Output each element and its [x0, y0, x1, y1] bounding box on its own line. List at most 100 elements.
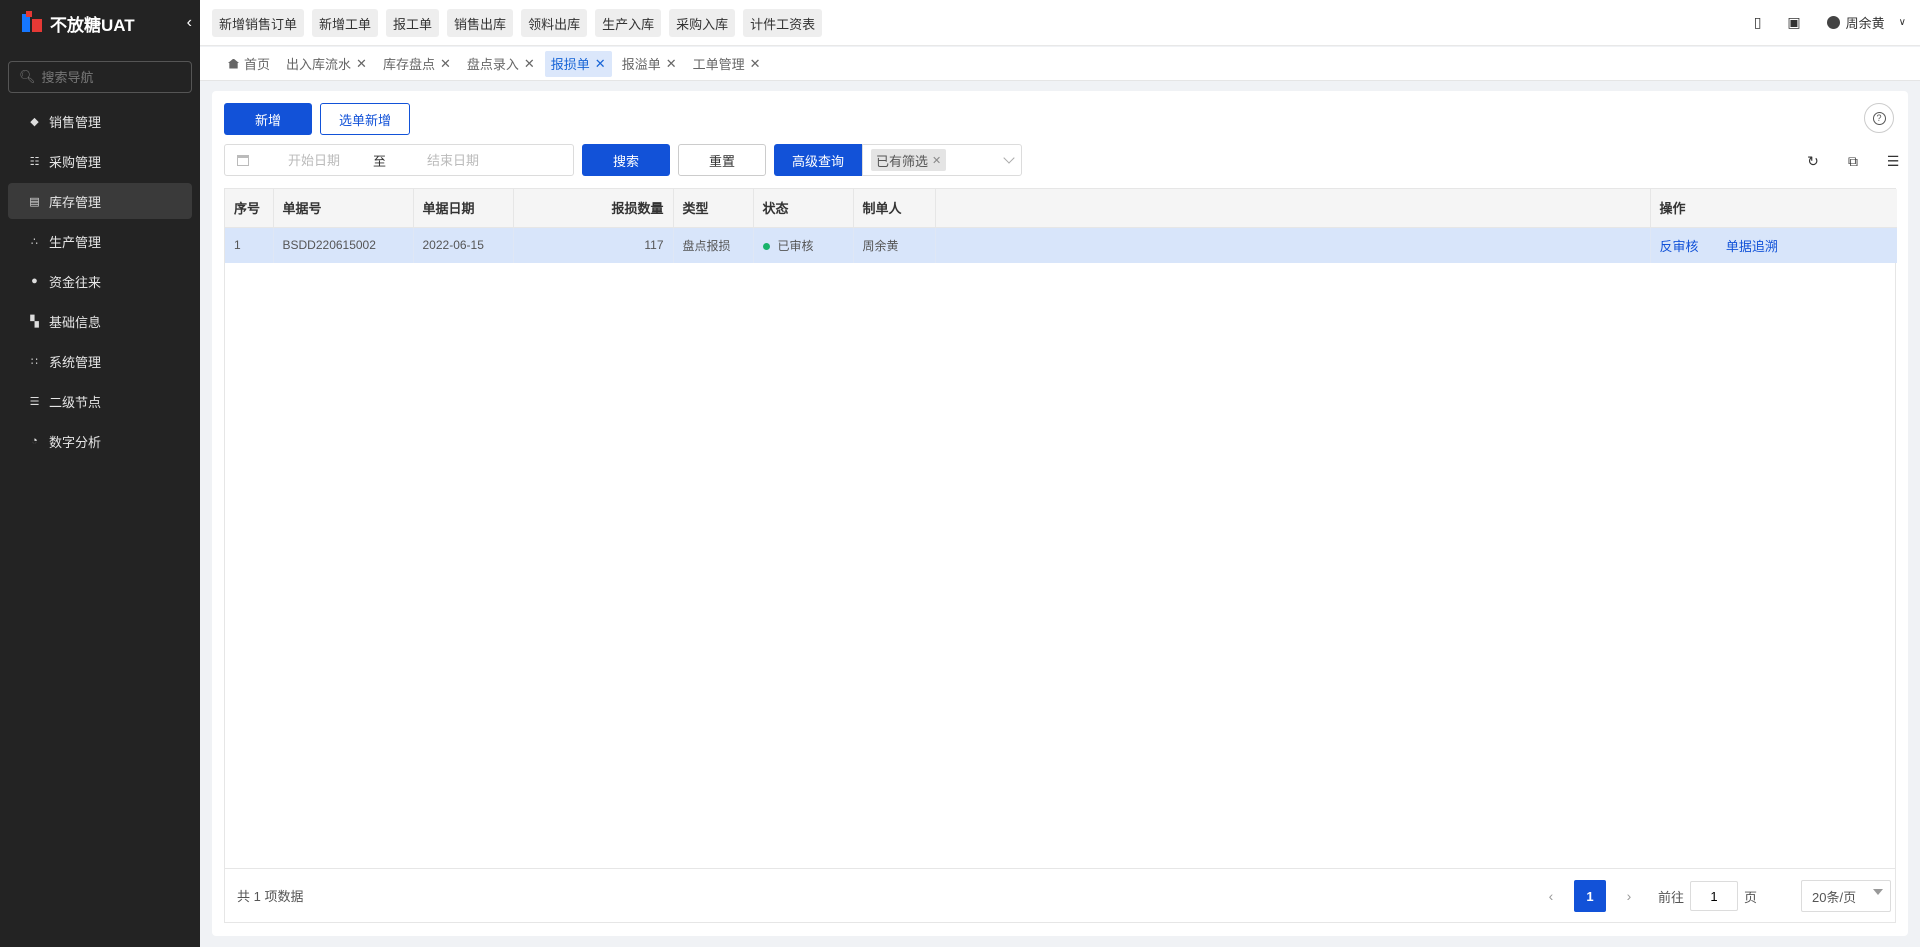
- quick-new-sales-order[interactable]: 新增销售订单: [212, 9, 305, 37]
- trace-link[interactable]: 单据追溯: [1726, 239, 1778, 254]
- close-icon[interactable]: ✕: [750, 56, 761, 72]
- cell-doc-no: BSDD220615002: [273, 227, 414, 263]
- settings-sliders-icon[interactable]: ☰: [1886, 154, 1900, 168]
- col-doc-no[interactable]: 单据号: [273, 189, 414, 228]
- cell-type: 盘点报损: [673, 227, 754, 263]
- home-icon: [228, 58, 239, 69]
- sidebar-item-sales[interactable]: ◆ 销售管理: [8, 103, 192, 139]
- tab-work-order[interactable]: 工单管理 ✕: [687, 51, 767, 77]
- sidebar: 不放糖UAT ‹ 🔍︎ ◆ 销售管理 ☷ 采购管理 ▤ 库存管理 ∴ 生产管理 ● 资金往…: [0, 0, 200, 947]
- quick-material-outbound[interactable]: 领料出库: [521, 9, 588, 37]
- quick-work-report[interactable]: 报工单: [386, 9, 440, 37]
- sidebar-item-finance[interactable]: ● 资金往来: [8, 263, 192, 299]
- sidebar-item-secondary[interactable]: ☰ 二级节点: [8, 383, 192, 419]
- apps-icon: ∷: [31, 355, 38, 368]
- goto-page: 前往 页: [1658, 881, 1757, 911]
- sidebar-item-purchase[interactable]: ☷ 采购管理: [8, 143, 192, 179]
- cell-spacer: [935, 227, 1651, 263]
- help-button[interactable]: ?: [1864, 103, 1894, 133]
- close-icon[interactable]: ✕: [356, 56, 367, 72]
- col-date[interactable]: 单据日期: [413, 189, 514, 228]
- close-icon[interactable]: ✕: [440, 56, 451, 72]
- nav-menu: ◆ 销售管理 ☷ 采购管理 ▤ 库存管理 ∴ 生产管理 ● 资金往来 ▚ 基础信息 ∷ 系统管…: [0, 103, 200, 459]
- user-menu[interactable]: 周余黄 ∨: [1826, 13, 1906, 32]
- tag-icon: ◆: [30, 115, 39, 128]
- quick-piece-wage[interactable]: 计件工资表: [743, 9, 823, 37]
- dashboard-icon[interactable]: ▣: [1787, 14, 1800, 31]
- quick-purchase-inbound[interactable]: 采购入库: [669, 9, 736, 37]
- tab-count-entry[interactable]: 盘点录入 ✕: [461, 51, 541, 77]
- table-tools: ↻ ⧉ ☰: [1806, 154, 1900, 168]
- filter-select[interactable]: 已有筛选 ✕: [862, 144, 1022, 176]
- nav-search[interactable]: 🔍︎: [8, 61, 192, 93]
- close-icon[interactable]: ✕: [524, 56, 535, 72]
- sidebar-item-production[interactable]: ∴ 生产管理: [8, 223, 192, 259]
- sidebar-item-basic-info[interactable]: ▚ 基础信息: [8, 303, 192, 339]
- quick-sales-outbound[interactable]: 销售出库: [447, 9, 514, 37]
- total-count: 共 1 项数据: [237, 889, 304, 904]
- tab-home[interactable]: 首页: [222, 51, 276, 77]
- goto-input[interactable]: [1689, 881, 1738, 911]
- refresh-icon[interactable]: ↻: [1806, 154, 1820, 168]
- col-spacer: [935, 189, 1651, 228]
- chevron-down-icon: [1003, 152, 1015, 164]
- search-button[interactable]: 搜索: [582, 144, 670, 176]
- calendar-icon: [237, 154, 249, 166]
- status-label: 已审核: [777, 238, 814, 253]
- top-right: ▯ ▣ 周余黄 ∨: [1754, 13, 1906, 32]
- data-table: 序号 单据号 单据日期 报损数量 类型 状态 制单人 操作 1 BSDD2206…: [224, 188, 1897, 923]
- question-icon: ?: [1872, 111, 1886, 125]
- export-icon[interactable]: ⧉: [1846, 154, 1860, 168]
- sidebar-item-label: 基础信息: [49, 314, 102, 330]
- col-status[interactable]: 状态: [753, 189, 854, 228]
- cell-creator: 周余黄: [853, 227, 936, 263]
- add-button[interactable]: 新增: [224, 103, 312, 135]
- top-bar: 新增销售订单 新增工单 报工单 销售出库 领料出库 生产入库 采购入库 计件工资…: [200, 0, 1920, 46]
- page-number[interactable]: 1: [1573, 880, 1606, 912]
- mobile-icon[interactable]: ▯: [1754, 14, 1762, 31]
- chevron-left-icon[interactable]: ‹: [1537, 880, 1565, 912]
- col-type[interactable]: 类型: [673, 189, 754, 228]
- goto-prefix: 前往: [1657, 889, 1684, 905]
- reset-button[interactable]: 重置: [678, 144, 766, 176]
- table-footer: 共 1 项数据 ‹ 1 › 前往 页 20条/页: [225, 868, 1895, 922]
- logo: [20, 11, 44, 35]
- col-creator[interactable]: 制单人: [853, 189, 936, 228]
- tab-loss-report[interactable]: 报损单 ✕: [544, 50, 612, 77]
- sidebar-item-system[interactable]: ∷ 系统管理: [8, 343, 192, 379]
- nav-search-input[interactable]: [41, 69, 182, 85]
- tab-overflow-report[interactable]: 报溢单 ✕: [616, 51, 683, 77]
- chevron-right-icon[interactable]: ›: [1615, 880, 1643, 912]
- sidebar-item-label: 资金往来: [49, 274, 102, 290]
- table-header: 序号 单据号 单据日期 报损数量 类型 状态 制单人 操作: [225, 189, 1897, 228]
- tab-label: 盘点录入: [466, 57, 519, 72]
- advanced-search-button[interactable]: 高级查询: [774, 144, 862, 176]
- caret-down-icon: [1873, 889, 1883, 895]
- close-icon[interactable]: ✕: [932, 154, 941, 167]
- quick-production-inbound[interactable]: 生产入库: [595, 9, 662, 37]
- filter-tag-label: 已有筛选: [876, 153, 929, 169]
- tab-stock-flow[interactable]: 出入库流水 ✕: [280, 51, 373, 77]
- col-qty[interactable]: 报损数量: [513, 189, 674, 228]
- tab-stock-count[interactable]: 库存盘点 ✕: [377, 51, 457, 77]
- table-row[interactable]: 1 BSDD220615002 2022-06-15 117 盘点报损 已审核 …: [225, 227, 1897, 263]
- unaudit-link[interactable]: 反审核: [1660, 239, 1699, 254]
- cell-actions: 反审核 单据追溯: [1650, 227, 1897, 263]
- pagination: ‹ 1 › 前往 页 20条/页: [1532, 880, 1891, 912]
- end-date-input[interactable]: [398, 152, 509, 168]
- col-index[interactable]: 序号: [225, 189, 274, 228]
- grid-icon: ▚: [30, 315, 39, 328]
- start-date-input[interactable]: [259, 152, 369, 168]
- select-add-button[interactable]: 选单新增: [320, 103, 410, 135]
- sidebar-item-analytics[interactable]: ◔ 数字分析: [8, 423, 192, 459]
- close-icon[interactable]: ✕: [666, 56, 677, 72]
- chevron-left-icon[interactable]: ‹: [187, 14, 192, 32]
- sidebar-item-inventory[interactable]: ▤ 库存管理: [8, 183, 192, 219]
- cell-status: 已审核: [753, 227, 854, 263]
- page-size-select[interactable]: 20条/页: [1801, 880, 1891, 912]
- close-icon[interactable]: ✕: [595, 56, 606, 72]
- date-range-picker[interactable]: 至: [224, 144, 574, 176]
- quick-new-work-order[interactable]: 新增工单: [312, 9, 379, 37]
- sidebar-item-label: 数字分析: [49, 434, 102, 450]
- brand: 不放糖UAT ‹: [0, 0, 200, 46]
